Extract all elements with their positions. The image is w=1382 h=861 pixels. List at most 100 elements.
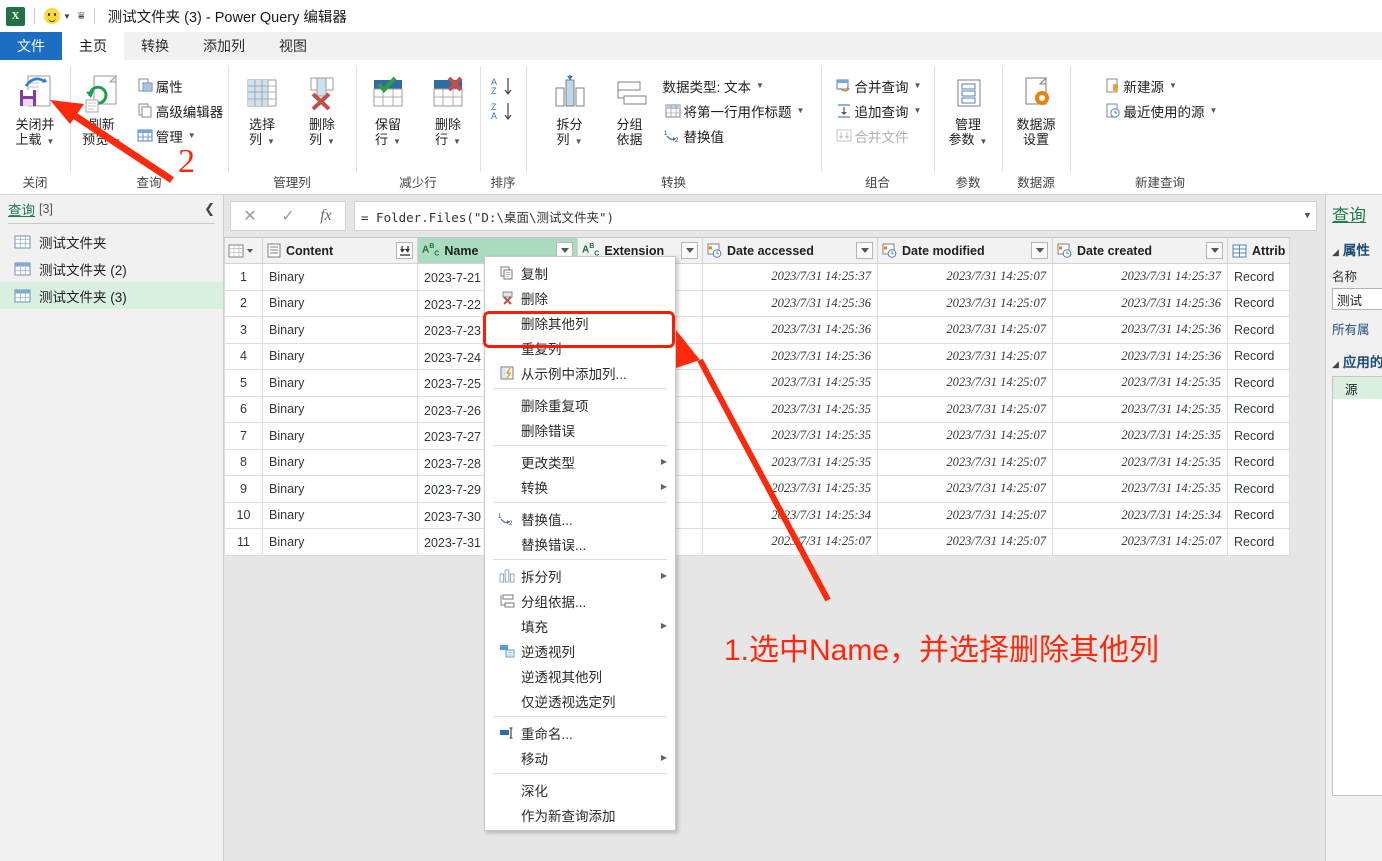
table-row[interactable]: 4 Binary 2023-7-24 测 2023/7/31 14:25:36 … (224, 342, 1291, 370)
context-menu-item-split-column[interactable]: 拆分列 ▶ (485, 563, 675, 588)
sort-descending-button[interactable]: Z A (489, 101, 517, 123)
chevron-down-icon[interactable]: ▼ (267, 137, 275, 146)
formula-input[interactable]: = Folder.Files("D:\桌面\测试文件夹") ▼ (354, 201, 1317, 231)
cell-attributes[interactable]: Record (1226, 422, 1291, 450)
context-menu-item-copy[interactable]: 复制 (485, 260, 675, 285)
table-row[interactable]: 9 Binary 2023-7-29 测 2023/7/31 14:25:35 … (224, 475, 1291, 503)
cell-date-accessed[interactable]: 2023/7/31 14:25:35 (702, 422, 878, 450)
context-menu-item-add-as-new-query[interactable]: 作为新查询添加 (485, 802, 675, 827)
new-source-button[interactable]: 新建源 ▼ (1100, 73, 1221, 98)
context-menu-item-rename[interactable]: 重命名... (485, 720, 675, 745)
cell-date-modified[interactable]: 2023/7/31 14:25:07 (877, 475, 1053, 503)
cell-attributes[interactable]: Record (1226, 448, 1291, 476)
cell-date-accessed[interactable]: 2023/7/31 14:25:36 (702, 342, 878, 370)
chevron-down-icon[interactable]: ▼ (1305, 211, 1310, 221)
cell-content[interactable]: Binary (262, 289, 418, 317)
cell-attributes[interactable]: Record (1226, 501, 1291, 529)
replace-values-button[interactable]: 12 替换值 (660, 123, 808, 148)
cell-date-modified[interactable]: 2023/7/31 14:25:07 (877, 316, 1053, 344)
cell-content[interactable]: Binary (262, 448, 418, 476)
chevron-down-icon[interactable]: ▼ (756, 81, 764, 90)
context-menu-item-drill-down[interactable]: 深化 (485, 777, 675, 802)
cell-attributes[interactable]: Record (1226, 342, 1291, 370)
cell-date-accessed[interactable]: 2023/7/31 14:25:07 (702, 528, 878, 556)
chevron-down-icon[interactable]: ▼ (393, 137, 401, 146)
close-icon[interactable]: ✕ (231, 206, 269, 226)
context-menu-item-unpivot-other-columns[interactable]: 逆透视其他列 (485, 663, 675, 688)
context-menu-item-change-type[interactable]: 更改类型 ▶ (485, 449, 675, 474)
refresh-preview-button[interactable]: 刷新 预览 ▼ (72, 68, 132, 149)
properties-section-header[interactable]: ◢ 属性 (1332, 239, 1382, 259)
data-type-button[interactable]: 数据类型: 文本 ▼ (660, 73, 808, 98)
cell-date-modified[interactable]: 2023/7/31 14:25:07 (877, 395, 1053, 423)
query-item-2[interactable]: 测试文件夹 (2) (0, 255, 223, 282)
cell-date-accessed[interactable]: 2023/7/31 14:25:36 (702, 316, 878, 344)
context-menu-item-move[interactable]: 移动 ▶ (485, 745, 675, 770)
filter-dropdown-date-accessed[interactable] (856, 242, 873, 259)
properties-button[interactable]: 属性 (132, 73, 227, 98)
chevron-down-icon[interactable]: ▼ (914, 81, 922, 90)
query-item-1[interactable]: 测试文件夹 (0, 228, 223, 255)
applied-steps-section-header[interactable]: ◢ 应用的 (1332, 351, 1382, 371)
cell-date-modified[interactable]: 2023/7/31 14:25:07 (877, 342, 1053, 370)
smiley-icon[interactable] (44, 8, 60, 24)
filter-dropdown-date-created[interactable] (1206, 242, 1223, 259)
data-source-settings-button[interactable]: 数据源 设置 (1006, 68, 1066, 147)
cell-date-created[interactable]: 2023/7/31 14:25:35 (1052, 475, 1228, 503)
context-menu-item-remove-errors[interactable]: 删除错误 (485, 417, 675, 442)
chevron-down-icon[interactable]: ▼ (63, 12, 71, 21)
chevron-down-icon[interactable]: ▼ (914, 106, 922, 115)
chevron-down-icon[interactable]: ▼ (453, 137, 461, 146)
manage-parameters-button[interactable]: 管理 参数 ▼ (938, 68, 998, 149)
cell-date-created[interactable]: 2023/7/31 14:25:35 (1052, 422, 1228, 450)
cell-date-created[interactable]: 2023/7/31 14:25:35 (1052, 448, 1228, 476)
column-header-date-modified[interactable]: Date modified (877, 237, 1053, 264)
tab-home[interactable]: 主页 (62, 32, 124, 60)
cell-content[interactable]: Binary (262, 316, 418, 344)
table-row[interactable]: 8 Binary 2023-7-28 测 2023/7/31 14:25:35 … (224, 448, 1291, 476)
cell-date-modified[interactable]: 2023/7/31 14:25:07 (877, 369, 1053, 397)
cell-content[interactable]: Binary (262, 369, 418, 397)
cell-attributes[interactable]: Record (1226, 289, 1291, 317)
tab-view[interactable]: 视图 (262, 32, 324, 60)
select-all-corner[interactable] (224, 237, 263, 264)
chevron-down-icon[interactable]: ▼ (575, 137, 583, 146)
context-menu-item-unpivot-only-selected-columns[interactable]: 仅逆透视选定列 (485, 688, 675, 713)
table-row[interactable]: 1 Binary 2023-7-21 测 2023/7/31 14:25:37 … (224, 263, 1291, 291)
cell-date-created[interactable]: 2023/7/31 14:25:36 (1052, 342, 1228, 370)
merge-queries-button[interactable]: 合并查询 ▼ (831, 73, 925, 98)
recent-sources-button[interactable]: 最近使用的源 ▼ (1100, 98, 1221, 123)
close-and-load-button[interactable]: 关闭并 上载 ▼ (5, 68, 65, 149)
split-column-button[interactable]: 拆分列 ▼ (540, 68, 600, 149)
chevron-down-icon[interactable]: ▼ (47, 137, 55, 146)
fx-icon[interactable]: fx (307, 207, 345, 225)
cell-content[interactable]: Binary (262, 475, 418, 503)
chevron-left-icon[interactable]: ❮ (204, 201, 215, 217)
table-row[interactable]: 3 Binary 2023-7-23 测 2023/7/31 14:25:36 … (224, 316, 1291, 344)
filter-dropdown-extension[interactable] (681, 242, 698, 259)
cell-date-accessed[interactable]: 2023/7/31 14:25:35 (702, 448, 878, 476)
context-menu-item-replace-errors[interactable]: 替换错误... (485, 531, 675, 556)
table-row[interactable]: 6 Binary 2023-7-26 测 2023/7/31 14:25:35 … (224, 395, 1291, 423)
context-menu-item-remove-duplicates[interactable]: 删除重复项 (485, 392, 675, 417)
cell-date-created[interactable]: 2023/7/31 14:25:35 (1052, 395, 1228, 423)
cell-date-modified[interactable]: 2023/7/31 14:25:07 (877, 501, 1053, 529)
chevron-down-icon[interactable]: ▼ (188, 131, 196, 140)
tab-add-column[interactable]: 添加列 (186, 32, 262, 60)
cell-content[interactable]: Binary (262, 501, 418, 529)
cell-attributes[interactable]: Record (1226, 316, 1291, 344)
chevron-down-icon[interactable]: ▼ (1210, 106, 1218, 115)
cell-content[interactable]: Binary (262, 395, 418, 423)
cell-attributes[interactable]: Record (1226, 395, 1291, 423)
chevron-down-icon[interactable]: ▼ (113, 137, 121, 146)
cell-content[interactable]: Binary (262, 342, 418, 370)
query-item-3[interactable]: 测试文件夹 (3) (0, 282, 223, 309)
group-by-button[interactable]: 分组 依据 (600, 68, 660, 147)
expand-content-button[interactable] (396, 242, 413, 259)
cell-date-accessed[interactable]: 2023/7/31 14:25:35 (702, 395, 878, 423)
append-queries-button[interactable]: 追加查询 ▼ (831, 98, 925, 123)
table-row[interactable]: 7 Binary 2023-7-27 测 2023/7/31 14:25:35 … (224, 422, 1291, 450)
filter-dropdown-date-modified[interactable] (1031, 242, 1048, 259)
remove-rows-button[interactable]: 删除行 ▼ (418, 68, 478, 149)
cell-date-accessed[interactable]: 2023/7/31 14:25:35 (702, 369, 878, 397)
